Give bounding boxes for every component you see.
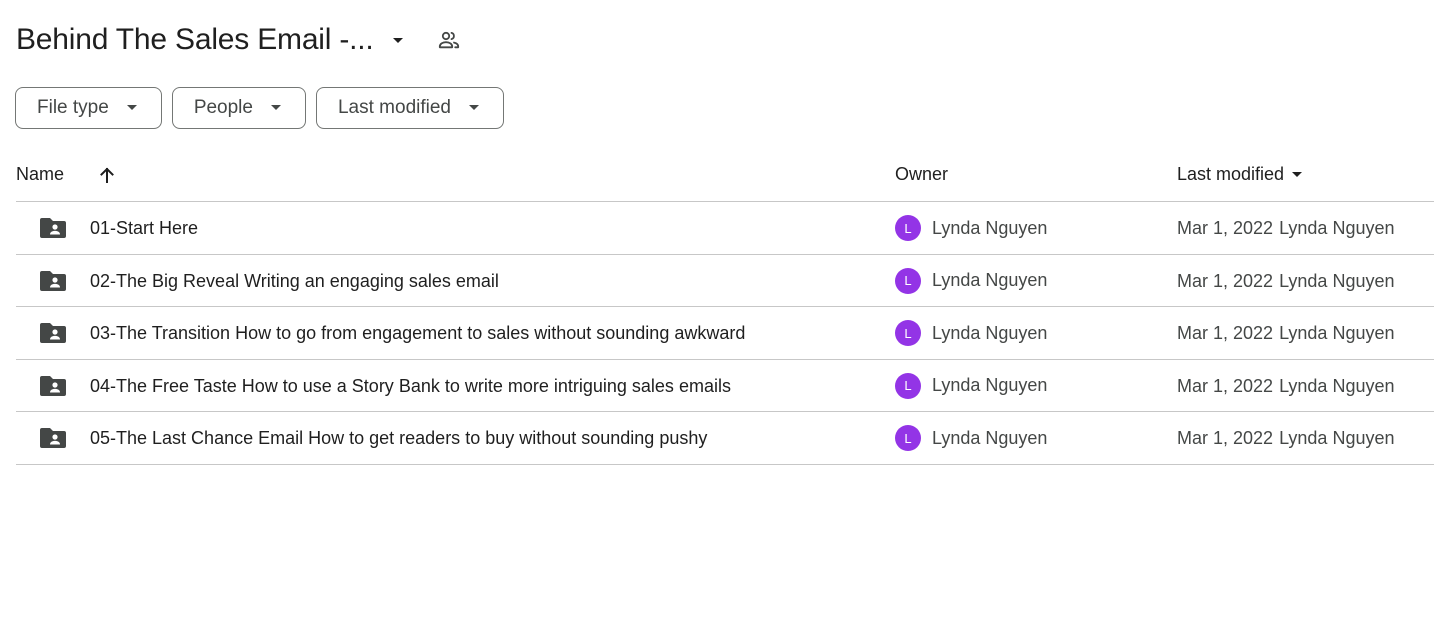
avatar: L	[895, 267, 921, 294]
avatar: L	[895, 425, 921, 451]
page-header: Behind The Sales Email -...	[16, 18, 462, 62]
modified-by: Lynda Nguyen	[1279, 375, 1395, 396]
column-header-name[interactable]: Name	[16, 164, 64, 185]
arrow-drop-down-icon[interactable]	[386, 28, 410, 52]
arrow-drop-down-icon	[125, 104, 139, 112]
owner-cell: L Lynda Nguyen	[895, 360, 1047, 412]
modified-by: Lynda Nguyen	[1279, 270, 1395, 291]
filter-label: File type	[37, 97, 109, 118]
column-header-label: Last modified	[1177, 164, 1285, 184]
owner-name: Lynda Nguyen	[932, 375, 1048, 395]
filter-bar: File type People Last modified	[15, 87, 504, 129]
modified-date: Mar 1, 2022	[1177, 375, 1274, 396]
file-list: Name Owner Last modified 01-Start Here L…	[16, 150, 1434, 465]
last-modified-cell: Mar 1, 2022 Lynda Nguyen	[1177, 360, 1394, 412]
avatar: L	[895, 372, 921, 399]
column-header-owner: Owner	[895, 164, 949, 184]
modified-date: Mar 1, 2022	[1177, 323, 1274, 343]
last-modified-filter[interactable]: Last modified	[315, 87, 504, 129]
table-row[interactable]: 04-The Free Taste How to use a Story Ban…	[16, 360, 1434, 412]
filter-label: Last modified	[337, 97, 451, 118]
filter-label: People	[193, 97, 253, 118]
arrow-drop-down-icon	[467, 104, 481, 112]
folder-title[interactable]: Behind The Sales Email -...	[16, 18, 374, 62]
arrow-drop-down-icon	[269, 104, 283, 112]
owner-name: Lynda Nguyen	[932, 217, 1048, 238]
file-name[interactable]: 03-The Transition How to go from engagem…	[90, 307, 745, 359]
modified-date: Mar 1, 2022	[1177, 270, 1274, 291]
shared-folder-icon	[39, 216, 67, 240]
modified-by: Lynda Nguyen	[1279, 323, 1395, 343]
table-header: Name Owner Last modified	[16, 150, 1434, 202]
owner-cell: L Lynda Nguyen	[895, 255, 1047, 307]
file-name[interactable]: 04-The Free Taste How to use a Story Ban…	[90, 360, 731, 412]
shared-folder-icon	[39, 269, 67, 293]
owner-name: Lynda Nguyen	[932, 427, 1048, 448]
owner-name: Lynda Nguyen	[932, 270, 1048, 290]
file-name[interactable]: 05-The Last Chance Email How to get read…	[90, 412, 707, 464]
table-row[interactable]: 03-The Transition How to go from engagem…	[16, 307, 1434, 360]
modified-date: Mar 1, 2022	[1177, 218, 1274, 238]
arrow-up-icon[interactable]	[96, 164, 118, 186]
shared-folder-icon	[39, 426, 67, 450]
modified-by: Lynda Nguyen	[1279, 218, 1395, 238]
shared-folder-icon	[39, 321, 67, 345]
last-modified-cell: Mar 1, 2022 Lynda Nguyen	[1177, 412, 1394, 464]
file-name[interactable]: 02-The Big Reveal Writing an engaging sa…	[90, 255, 499, 307]
modified-date: Mar 1, 2022	[1177, 428, 1274, 448]
avatar: L	[895, 215, 921, 241]
modified-by: Lynda Nguyen	[1279, 428, 1395, 448]
last-modified-cell: Mar 1, 2022 Lynda Nguyen	[1177, 202, 1394, 254]
last-modified-cell: Mar 1, 2022 Lynda Nguyen	[1177, 307, 1394, 359]
owner-cell: L Lynda Nguyen	[895, 307, 1047, 359]
avatar: L	[895, 320, 921, 346]
arrow-drop-down-icon	[1290, 171, 1304, 179]
table-row[interactable]: 01-Start Here L Lynda Nguyen Mar 1, 2022…	[16, 202, 1434, 255]
people-filter[interactable]: People	[171, 87, 306, 129]
owner-name: Lynda Nguyen	[932, 322, 1048, 343]
column-header-last-modified[interactable]: Last modified	[1177, 164, 1304, 185]
table-row[interactable]: 02-The Big Reveal Writing an engaging sa…	[16, 255, 1434, 307]
shared-folder-icon	[39, 374, 67, 398]
owner-cell: L Lynda Nguyen	[895, 412, 1047, 464]
file-type-filter[interactable]: File type	[15, 87, 162, 129]
last-modified-cell: Mar 1, 2022 Lynda Nguyen	[1177, 255, 1394, 307]
file-name[interactable]: 01-Start Here	[90, 202, 198, 254]
owner-cell: L Lynda Nguyen	[895, 202, 1047, 254]
people-icon[interactable]	[436, 27, 462, 53]
table-row[interactable]: 05-The Last Chance Email How to get read…	[16, 412, 1434, 465]
